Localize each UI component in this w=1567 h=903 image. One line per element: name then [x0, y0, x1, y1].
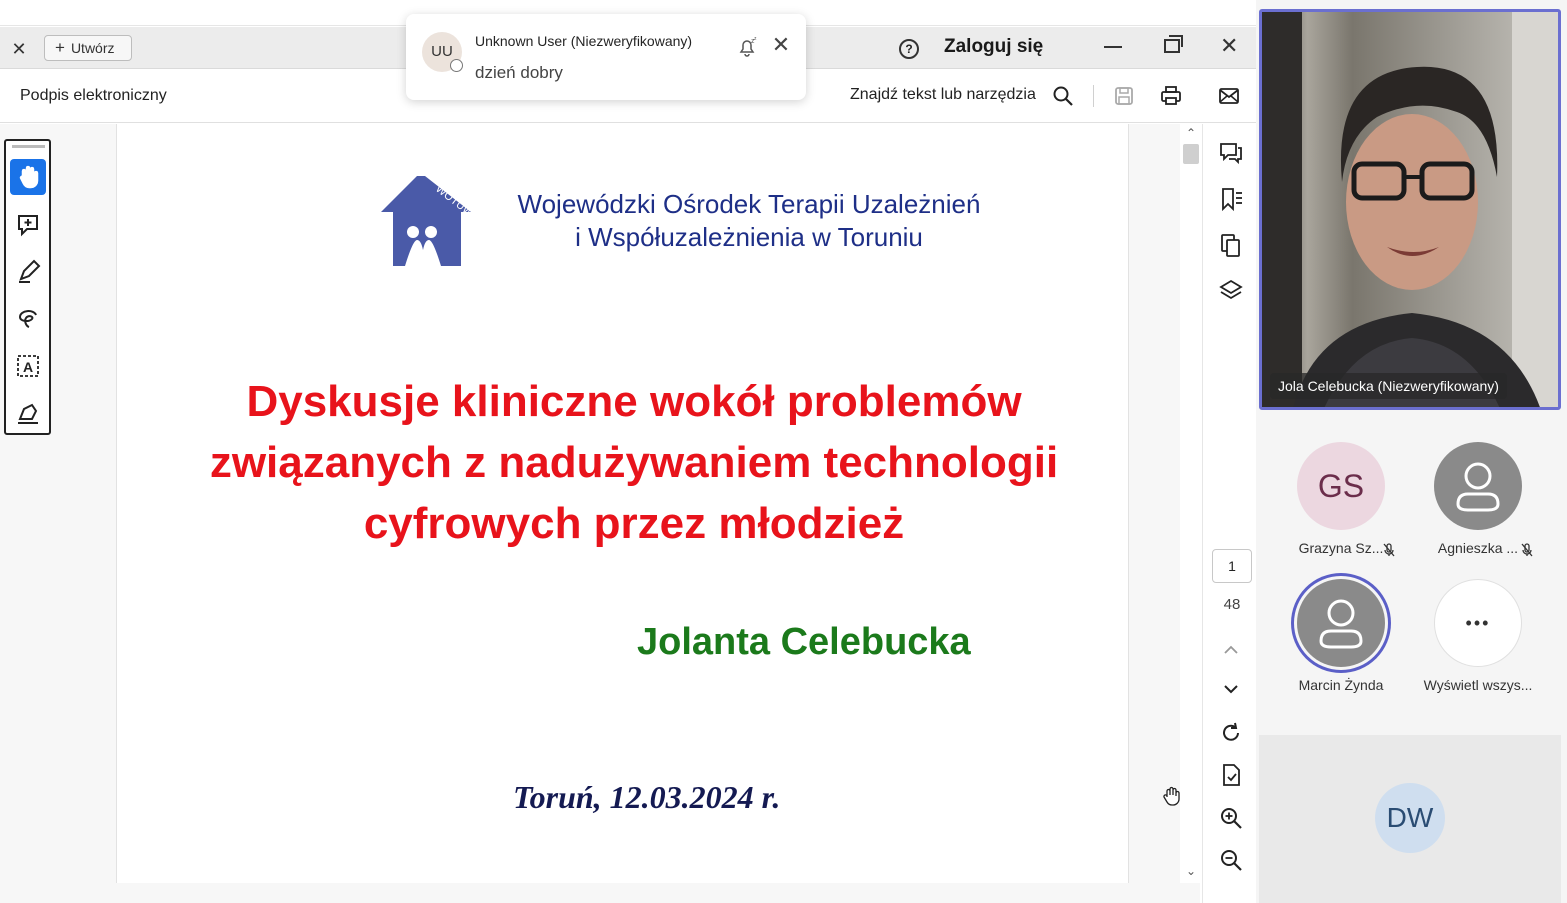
scroll-down-arrow-icon[interactable]: ⌄ [1186, 864, 1196, 878]
total-pages: 48 [1223, 596, 1241, 613]
rail-grip [12, 145, 45, 148]
view-all-participants-button[interactable]: ••• Wyświetl wszys... [1413, 579, 1543, 693]
snooze-bell-icon[interactable]: zz [736, 36, 758, 58]
window-close-icon[interactable]: ✕ [1220, 33, 1238, 59]
speaker-name-label: Jola Celebucka (Niezweryfikowany) [1270, 373, 1507, 399]
title-line-3: cyfrowych przez młodzież [363, 499, 905, 548]
plus-icon: + [55, 38, 65, 57]
print-icon[interactable] [1159, 84, 1183, 108]
page-number-input[interactable]: 1 [1212, 549, 1252, 583]
self-view-tile[interactable]: DW [1259, 735, 1561, 903]
minimize-icon[interactable] [1104, 46, 1122, 48]
participant-name: Marcin Żynda [1298, 677, 1384, 693]
next-page-icon[interactable] [1218, 676, 1244, 702]
create-button-label: Utwórz [70, 40, 115, 56]
zoom-in-icon[interactable] [1218, 805, 1244, 831]
hand-tool-icon[interactable] [10, 159, 46, 195]
help-icon[interactable]: ? [899, 39, 919, 59]
save-icon[interactable] [1112, 84, 1136, 108]
fit-page-icon[interactable] [1218, 762, 1244, 788]
presence-status-icon [450, 59, 463, 72]
chat-notification[interactable]: UU Unknown User (Niezweryfikowany) dzień… [406, 14, 806, 100]
sign-icon[interactable] [10, 395, 46, 431]
speaker-video-tile[interactable]: Jola Celebucka (Niezweryfikowany) [1259, 9, 1561, 410]
avatar [1297, 579, 1385, 667]
draw-freehand-icon[interactable] [10, 301, 46, 337]
previous-page-icon[interactable] [1218, 637, 1244, 663]
login-button[interactable]: Zaloguj się [944, 36, 1043, 58]
more-avatar: ••• [1434, 579, 1522, 667]
shared-screen: ✕ + Utwórz ? Zaloguj się ✕ Podpis elektro… [0, 0, 1256, 903]
vertical-scrollbar[interactable]: ⌃ ⌄ [1180, 124, 1202, 883]
participant-tile[interactable]: Marcin Żynda [1276, 579, 1406, 693]
notification-close-button[interactable]: ✕ [770, 34, 792, 56]
zoom-out-icon[interactable] [1218, 847, 1244, 873]
highlight-pen-icon[interactable] [10, 254, 46, 290]
close-tab-button[interactable]: ✕ [8, 38, 30, 60]
more-options-icon: ••• [1465, 613, 1491, 633]
organization-name: Wojewódzki Ośrodek Terapii Uzależnień i … [469, 188, 1029, 254]
teams-meeting-screen: ✕ + Utwórz ? Zaloguj się ✕ Podpis elektro… [0, 0, 1567, 903]
title-line-2: związanych z nadużywaniem technologii [209, 438, 1059, 487]
person-icon [1319, 599, 1363, 649]
comments-icon[interactable] [1218, 140, 1244, 166]
rotate-icon[interactable] [1218, 720, 1244, 746]
notification-sender: Unknown User (Niezweryfikowany) [475, 33, 693, 49]
avatar: DW [1375, 783, 1445, 853]
left-tool-rail: A [4, 139, 51, 435]
esign-tab[interactable]: Podpis elektroniczny [20, 87, 167, 105]
person-icon [1456, 462, 1500, 512]
hand-cursor-icon [1163, 786, 1180, 806]
author-name: Jolanta Celebucka [637, 621, 971, 663]
scroll-thumb[interactable] [1183, 144, 1199, 164]
text-select-icon[interactable]: A [10, 348, 46, 384]
title-line-1: Dyskusje kliniczne wokół problemów [246, 377, 1022, 426]
pages-thumbnails-icon[interactable] [1218, 232, 1244, 258]
participant-tile[interactable]: Agnieszka ... [1413, 442, 1543, 556]
bookmarks-icon[interactable] [1218, 186, 1244, 212]
wotuw-logo-icon: WOTUW [381, 176, 476, 266]
view-all-label: Wyświetl wszys... [1423, 677, 1533, 693]
avatar [1434, 442, 1522, 530]
email-icon[interactable] [1217, 84, 1241, 108]
participant-tile[interactable]: GS Grazyna Sz... [1276, 442, 1406, 556]
layers-icon[interactable] [1218, 278, 1244, 304]
speaker-video-image [1262, 12, 1558, 407]
create-button[interactable]: + Utwórz [44, 35, 132, 61]
muted-mic-icon [1521, 543, 1533, 557]
right-tool-rail: 1 48 [1202, 124, 1256, 903]
add-comment-icon[interactable] [10, 207, 46, 243]
avatar-initials: GS [1317, 468, 1365, 504]
find-tools-label[interactable]: Znajdź tekst lub narzędzia [850, 86, 1036, 104]
search-icon[interactable] [1051, 84, 1075, 108]
pdf-page: WOTUW Wojewódzki Ośrodek Terapii Uzależn… [116, 124, 1129, 883]
notification-message: dzień dobry [475, 63, 563, 82]
muted-mic-icon [1383, 543, 1395, 557]
restore-icon[interactable] [1164, 35, 1183, 53]
svg-text:A: A [23, 359, 33, 375]
toolbar-divider [1093, 85, 1094, 107]
svg-text:z: z [754, 36, 757, 42]
avatar: GS [1297, 442, 1385, 530]
org-line-2: i Współuzależnienia w Toruniu [575, 222, 923, 252]
presentation-date: Toruń, 12.03.2024 r. [513, 779, 781, 815]
scroll-up-arrow-icon[interactable]: ⌃ [1186, 126, 1196, 140]
slide-title: Dyskusje kliniczne wokół problemów związ… [177, 371, 1091, 554]
org-line-1: Wojewódzki Ośrodek Terapii Uzależnień [517, 189, 981, 219]
